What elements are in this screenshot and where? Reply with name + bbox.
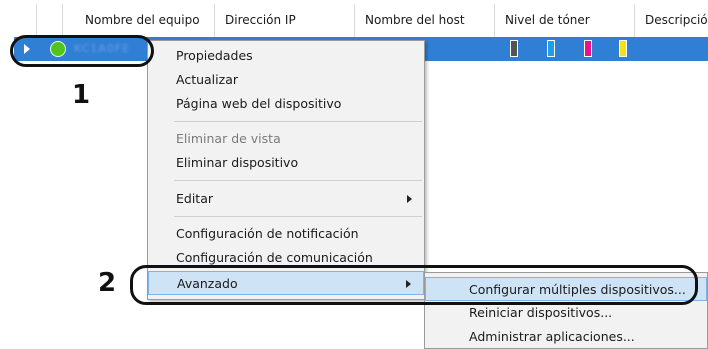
menu-item-notification-settings[interactable]: Configuración de notificación (148, 222, 424, 246)
menu-item-edit[interactable]: Editar (148, 187, 424, 211)
menu-separator (174, 216, 422, 217)
callout-number-2: 2 (98, 268, 117, 298)
column-header-status[interactable] (36, 4, 62, 37)
context-menu: Propiedades Actualizar Página web del di… (147, 40, 425, 300)
toner-black-icon (510, 40, 518, 57)
column-header-device-name[interactable]: Nombre del equipo (62, 4, 214, 37)
menu-item-edit-label: Editar (176, 191, 214, 206)
column-header-host-name[interactable]: Nombre del host (354, 4, 494, 37)
column-header-toner-level[interactable]: Nivel de tóner (494, 4, 634, 37)
column-header-description[interactable]: Descripció (634, 4, 708, 37)
toner-yellow-icon (619, 40, 627, 57)
toner-cyan-icon (547, 40, 555, 57)
callout-number-1: 1 (72, 80, 91, 110)
menu-item-refresh[interactable]: Actualizar (148, 68, 424, 92)
menu-item-device-web-page[interactable]: Página web del dispositivo (148, 92, 424, 116)
column-header-ip-address[interactable]: Dirección IP (214, 4, 354, 37)
column-header-expander[interactable] (14, 4, 36, 37)
callout-outline-2 (130, 265, 698, 305)
menu-separator (174, 121, 422, 122)
menu-separator (174, 180, 422, 181)
menu-item-remove-from-view: Eliminar de vista (176, 131, 281, 146)
menu-item-properties[interactable]: Propiedades (148, 44, 424, 68)
menu-item-delete-device[interactable]: Eliminar dispositivo (148, 151, 424, 175)
callout-outline-1 (10, 35, 154, 67)
submenu-item-manage-applications[interactable]: Administrar aplicaciones... (425, 325, 707, 349)
toner-magenta-icon (584, 40, 592, 57)
submenu-arrow-icon (407, 195, 412, 203)
device-grid-header: Nombre del equipo Dirección IP Nombre de… (14, 4, 708, 38)
